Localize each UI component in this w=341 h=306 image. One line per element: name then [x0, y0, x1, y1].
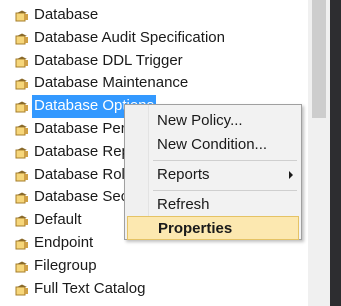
policy-facet-icon — [15, 33, 28, 45]
submenu-arrow-icon — [289, 171, 293, 179]
policy-facet-icon — [15, 170, 28, 182]
menu-item-label: New Condition... — [157, 136, 268, 153]
tree-item-label: Database Audit Specification — [34, 28, 225, 46]
menu-item-label: Refresh — [157, 196, 210, 213]
panel-border — [330, 0, 341, 306]
tree-item-label: Database DDL Trigger — [34, 51, 183, 69]
menu-item-label: Properties — [158, 220, 233, 237]
tree-item-label: Database Role — [34, 165, 134, 183]
policy-facet-icon — [15, 101, 28, 113]
vertical-scrollbar[interactable] — [308, 0, 330, 306]
tree-item-label: Endpoint — [34, 233, 94, 251]
menu-item-reports[interactable]: Reports — [127, 163, 299, 187]
tree-item-label: Database Maintenance — [34, 74, 189, 92]
tree-item-database-ddl-trigger[interactable]: Database DDL Trigger — [0, 50, 310, 73]
policy-facet-icon — [15, 10, 28, 22]
tree-item-label: Full Text Catalog — [34, 279, 146, 297]
policy-facet-icon — [15, 215, 28, 227]
policy-facet-icon — [15, 124, 28, 136]
menu-item-properties[interactable]: Properties — [127, 216, 299, 240]
object-explorer-pane: Database Database Audit Specification Da… — [0, 0, 341, 306]
menu-item-new-policy[interactable]: New Policy... — [127, 109, 299, 133]
tree-item-database-maintenance[interactable]: Database Maintenance — [0, 72, 310, 95]
menu-separator — [153, 160, 297, 161]
policy-facet-icon — [15, 147, 28, 159]
scrollbar-thumb[interactable] — [312, 0, 326, 118]
policy-facet-icon — [15, 78, 28, 90]
tree-item-label: Filegroup — [34, 256, 97, 274]
context-menu: New Policy... New Condition... Reports R… — [124, 104, 302, 240]
menu-item-new-condition[interactable]: New Condition... — [127, 133, 299, 157]
tree-item-database[interactable]: Database — [0, 4, 310, 27]
tree-item-label: Database — [34, 6, 99, 23]
policy-facet-icon — [15, 56, 28, 68]
menu-item-refresh[interactable]: Refresh — [127, 193, 299, 217]
menu-item-label: New Policy... — [157, 112, 243, 129]
menu-item-label: Reports — [157, 166, 210, 183]
tree-item-label: Default — [34, 211, 82, 229]
policy-facet-icon — [15, 192, 28, 204]
tree-item-filegroup[interactable]: Filegroup — [0, 255, 310, 278]
tree-item-database-audit-specification[interactable]: Database Audit Specification — [0, 27, 310, 50]
menu-separator — [153, 190, 297, 191]
policy-facet-icon — [15, 238, 28, 250]
policy-facet-icon — [15, 284, 28, 296]
policy-facet-icon — [15, 261, 28, 273]
tree-item-full-text-catalog[interactable]: Full Text Catalog — [0, 278, 310, 301]
